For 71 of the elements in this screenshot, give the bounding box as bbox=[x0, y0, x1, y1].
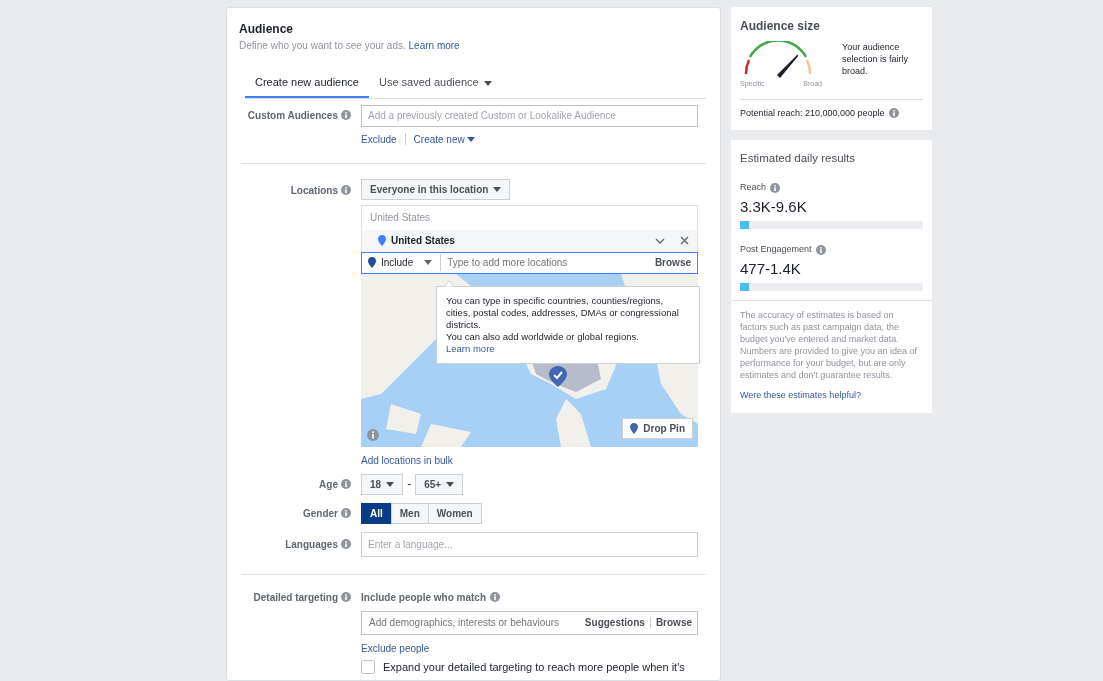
feedback-link[interactable]: Were these estimates helpful? bbox=[740, 389, 861, 403]
info-icon bbox=[367, 428, 379, 441]
card-title: Audience size bbox=[740, 18, 822, 35]
age-separator: - bbox=[407, 476, 412, 493]
location-search-field[interactable]: Include Type to add more locations Browse bbox=[361, 251, 698, 274]
location-type-dropdown[interactable]: Everyone in this location bbox=[361, 178, 511, 200]
gender-option[interactable]: All bbox=[361, 502, 392, 524]
field-label: Custom Audiences bbox=[247, 108, 338, 123]
add-in-bulk-link[interactable]: Add locations in bulk bbox=[361, 452, 453, 468]
location-pin-icon bbox=[630, 422, 639, 434]
tab[interactable]: Use saved audience bbox=[368, 71, 502, 98]
chevron-down-icon[interactable] bbox=[655, 237, 665, 244]
section-title: Audience bbox=[239, 21, 294, 38]
field-label: Locations bbox=[290, 183, 338, 198]
info-icon bbox=[770, 183, 780, 193]
info-icon bbox=[888, 108, 899, 119]
card-title: Estimated daily results bbox=[740, 151, 857, 166]
language-field[interactable]: Enter a language... bbox=[361, 531, 698, 557]
search-header: United States bbox=[369, 211, 432, 225]
potential-reach: Potential reach: 210,000,000 people bbox=[740, 106, 885, 120]
caret-icon bbox=[424, 260, 433, 265]
caret-icon bbox=[386, 481, 395, 487]
field-label: Age bbox=[319, 477, 338, 492]
gender-option[interactable]: Women bbox=[427, 502, 482, 524]
close-icon[interactable] bbox=[680, 236, 689, 245]
caret-icon[interactable] bbox=[466, 136, 475, 142]
info-icon bbox=[815, 245, 826, 255]
disclaimer-text: The accuracy of estimates is based on factors such as past campaign data, the budget you've entered and market data. Numbers are provided to give you an idea of performance for your budget, but are only estimates and don't guarantee results. bbox=[739, 309, 919, 382]
field-label: Gender bbox=[303, 506, 338, 521]
info-icon bbox=[341, 539, 351, 549]
metric-label: Reach bbox=[740, 181, 766, 195]
browse-link[interactable]: Browse bbox=[655, 615, 692, 630]
section-subtitle: Define who you want to see your ads. Learn more bbox=[239, 39, 461, 53]
location-pin-icon bbox=[378, 235, 386, 246]
learn-more-link[interactable]: Learn more bbox=[446, 342, 495, 354]
info-icon bbox=[341, 592, 351, 602]
exclude-people-link[interactable]: Exclude people bbox=[361, 640, 430, 656]
create-new-link[interactable]: Create new bbox=[413, 131, 465, 147]
learn-more-link[interactable]: Learn more bbox=[408, 40, 460, 51]
info-icon bbox=[341, 185, 351, 195]
targeting-search-field[interactable]: Add demographics, interests or behaviours Suggestions Browse bbox=[361, 610, 698, 635]
info-icon bbox=[490, 592, 500, 602]
info-icon bbox=[341, 508, 351, 518]
include-dropdown[interactable]: Include bbox=[381, 255, 414, 270]
field-sublabel: Include people who match bbox=[361, 590, 486, 605]
age-dropdown[interactable]: 18 bbox=[361, 473, 404, 495]
metric-value: 477-1.4K bbox=[740, 258, 802, 279]
selected-location-row[interactable]: United States bbox=[362, 229, 697, 252]
info-icon bbox=[341, 479, 351, 489]
info-icon bbox=[341, 110, 351, 120]
age-dropdown[interactable]: 65+ bbox=[415, 473, 464, 495]
audience-description: Your audience selection is fairly broad. bbox=[841, 41, 910, 78]
checkbox[interactable] bbox=[361, 659, 375, 674]
tooltip-text: You can also add worldwide or global regions. Learn more bbox=[446, 330, 640, 355]
field-label: Languages bbox=[285, 537, 338, 552]
tooltip-text: You can type in specific countries, counties/regions, cities, postal codes, addresses, DMAs or congressional districts. bbox=[446, 294, 680, 331]
metric-value: 3.3K-9.6K bbox=[740, 196, 808, 217]
checkbox-label: Expand your detailed targeting to reach more people when it's bbox=[383, 659, 685, 675]
caret-icon bbox=[446, 481, 455, 487]
caret-icon bbox=[493, 186, 502, 192]
drop-pin-button[interactable]: Drop Pin bbox=[622, 417, 693, 439]
text-field[interactable]: Add a previously created Custom or Lookalike Audience bbox=[361, 104, 698, 127]
exclude-link[interactable]: Exclude bbox=[361, 131, 397, 147]
map-pin-icon bbox=[549, 365, 567, 387]
tab[interactable]: Create new audience bbox=[245, 71, 369, 98]
suggestions-link[interactable]: Suggestions bbox=[584, 615, 645, 630]
metric-label: Post Engagement bbox=[740, 243, 812, 257]
gender-option[interactable]: Men bbox=[390, 502, 429, 524]
location-pin-icon bbox=[368, 257, 376, 268]
field-label: Detailed targeting bbox=[253, 590, 338, 605]
browse-link[interactable]: Browse bbox=[654, 255, 691, 270]
